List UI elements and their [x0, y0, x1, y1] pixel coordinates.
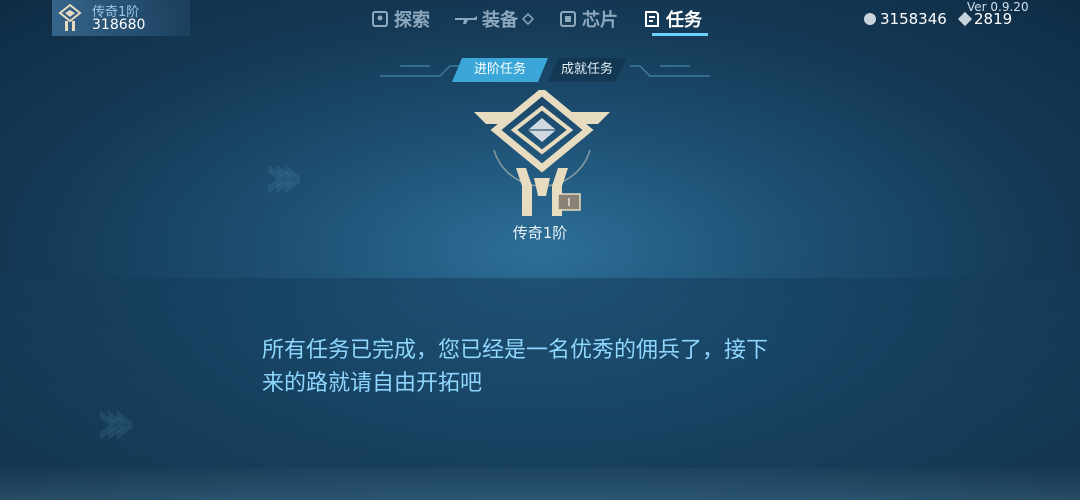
tab-equipment[interactable]: 装备 — [454, 6, 534, 32]
chip-icon — [560, 11, 576, 27]
tab-task[interactable]: 任务 — [642, 6, 702, 32]
tab-task-label: 任务 — [666, 10, 702, 31]
top-nav: 探索 装备 芯片 任务 — [370, 6, 702, 32]
coin-icon — [864, 13, 876, 25]
diamond-icon — [522, 13, 534, 25]
message-line-1: 所有任务已完成，您已经是一名优秀的佣兵了，接下 — [262, 338, 769, 363]
coin-amount: 3158346 — [880, 10, 947, 28]
tab-equipment-label: 装备 — [482, 10, 518, 31]
player-score: 318680 — [92, 17, 146, 33]
tab-explore[interactable]: 探索 — [370, 6, 430, 32]
rank-badge-icon — [58, 3, 82, 31]
completion-message: 所有任务已完成，您已经是一名优秀的佣兵了，接下 来的路就请自由开拓吧 — [262, 334, 832, 400]
tab-explore-label: 探索 — [394, 10, 430, 31]
chevron-decor-icon: ››› — [262, 140, 305, 214]
tab-chip-label: 芯片 — [582, 10, 618, 31]
tab-advanced-tasks[interactable]: 进阶任务 — [452, 58, 548, 82]
tab-achievement-tasks[interactable]: 成就任务 — [548, 58, 626, 82]
version-label: Ver 0.9.20 — [967, 0, 1029, 14]
gem-icon — [957, 11, 973, 27]
tier-numeral: I — [567, 196, 570, 209]
chevron-decor-icon: ››› — [94, 386, 137, 460]
rank-title: 传奇1阶 — [512, 224, 568, 242]
coin-balance: 3158346 — [864, 10, 947, 28]
player-panel[interactable]: 传奇1阶 318680 — [52, 0, 190, 36]
active-tab-underline — [652, 33, 708, 36]
task-icon — [645, 11, 659, 27]
tab-chip[interactable]: 芯片 — [558, 6, 618, 32]
legend-rank-emblem: I — [474, 90, 610, 216]
floor-glow — [0, 468, 1080, 500]
rifle-icon — [455, 16, 477, 24]
map-icon — [372, 11, 388, 27]
message-line-2: 来的路就请自由开拓吧 — [262, 371, 483, 396]
